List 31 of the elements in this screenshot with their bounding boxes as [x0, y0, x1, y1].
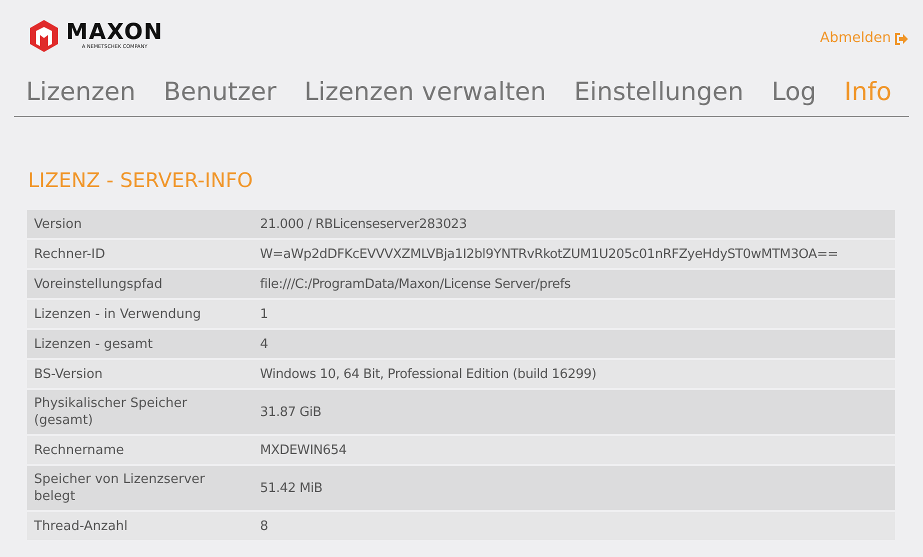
label-cell-text: Version: [33, 216, 83, 232]
value-cell-text: 8: [259, 518, 268, 534]
label-cell-text: Physikalischer Speicher (gesamt): [33, 395, 188, 429]
logout-link[interactable]: Abmelden: [820, 28, 909, 49]
value-cell-text: 51.42 MiB: [259, 480, 322, 496]
value-cell-text: file:///C:/ProgramData/Maxon/License Server/prefs: [259, 276, 571, 292]
label-cell-text: Voreinstellungspfad: [33, 276, 164, 292]
label-cell-text: Rechner-ID: [33, 246, 106, 262]
value-cell-text: W=aWp2dDFKcEVVVXZMLVBja1I2bl9YNTRvRkotZUM1U205c01nRFZyeHdyST0wMTM3OA==: [259, 246, 838, 262]
value-cell-text: 4: [259, 336, 268, 352]
nav-tab[interactable]: Einstellungen: [574, 76, 744, 108]
hexagon-logo-icon: [28, 19, 60, 53]
nav-tab[interactable]: Lizenzen: [26, 76, 136, 108]
value-cell-text: Windows 10, 64 Bit, Professional Edition (build 16299): [259, 366, 596, 382]
value-cell-text: 21.000 / RBLicenseserver283023: [259, 216, 467, 232]
label-cell-text: BS-Version: [33, 366, 104, 382]
label-cell-text: Lizenzen - gesamt: [33, 336, 154, 352]
label-cell-text: Lizenzen - in Verwendung: [33, 306, 202, 322]
value-cell-text: 1: [259, 306, 268, 322]
label-cell-text: Speicher von Lizenzserver belegt: [33, 471, 206, 505]
value-cell-text: 31.87 GiB: [259, 404, 322, 420]
section-heading: LIZENZ - SERVER-INFO: [28, 167, 254, 194]
logo-wordmark: MAXON: [66, 22, 164, 44]
label-cell-text: Thread-Anzahl: [33, 518, 129, 534]
nav-tab[interactable]: Benutzer: [164, 76, 276, 108]
value-cell-text: MXDEWIN654: [259, 442, 347, 458]
nav-tab[interactable]: Lizenzen verwalten: [304, 76, 546, 108]
nav-tab[interactable]: Info: [844, 76, 892, 108]
logout-icon: [895, 32, 909, 44]
nav-tab[interactable]: Log: [772, 76, 816, 108]
label-cell-text: Rechnername: [33, 442, 126, 458]
